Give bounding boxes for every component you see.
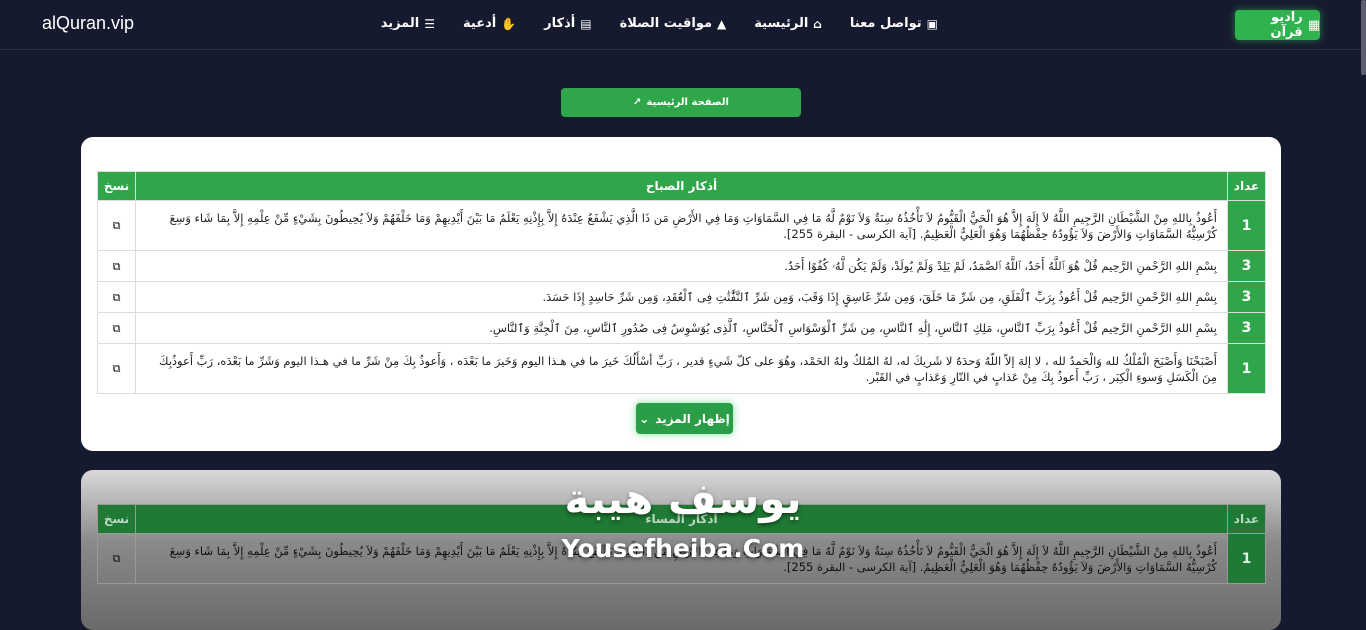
copy-header: نسخ [97,171,136,201]
zikr-text: بِسْمِ اللهِ الرَّحْمنِ الرَّحِيم قُلْ ه… [135,250,1228,282]
nav-links: ▣ تواصل معنا ⌂ الرئيسية ▲ مواقيت الصلاة … [381,16,938,31]
title-header: أذكار الصباح [135,171,1228,201]
radio-icon: ▦ [1307,17,1320,33]
counter-cell[interactable]: 3 [1227,281,1266,313]
nav-link-more[interactable]: ☰ المزيد [381,16,435,31]
nav-link-label: أذكار [544,16,576,31]
counter-cell[interactable]: 3 [1227,312,1266,344]
zikr-text: بِسْمِ اللهِ الرَّحْمنِ الرَّحِيم قُلْ أ… [135,312,1228,344]
zikr-text: بِسْمِ اللهِ الرَّحْمنِ الرَّحِيم قُلْ أ… [135,281,1228,313]
show-more-button[interactable]: إظهار المزيد ⌄ [636,403,733,434]
zikr-text: أَعُوذُ بِاللهِ مِنْ الشَّيْطَانِ الرَّج… [135,200,1228,251]
nav-link-label: الرئيسية [754,16,809,31]
copy-cell[interactable]: ⧉ [97,281,136,313]
nav-link-label: مواقيت الصلاة [619,16,713,31]
nav-link-home[interactable]: ⌂ الرئيسية [754,16,822,31]
nav-link-label: المزيد [380,16,420,31]
table-header-row: عداد أذكار الصباح نسخ [97,171,1266,201]
brand-logo[interactable]: alQuran.vip [42,13,134,34]
morning-azkar-table: عداد أذكار الصباح نسخ 1 أَعُوذُ بِاللهِ … [97,171,1266,394]
copy-icon[interactable]: ⧉ [113,218,121,234]
counter-cell[interactable]: 1 [1227,343,1266,394]
nav-link-prayer-times[interactable]: ▲ مواقيت الصلاة [620,16,727,31]
home-page-label: الصفحة الرئيسية [646,97,729,108]
quran-radio-button[interactable]: ▦ راديو قرآن [1235,10,1320,40]
home-page-button[interactable]: الصفحة الرئيسية ↗ [561,88,801,117]
table-row: 1 أَعُوذُ بِاللهِ مِنْ الشَّيْطَانِ الرَ… [97,200,1266,251]
copy-icon[interactable]: ⧉ [113,259,121,275]
id-card-icon: ▣ [926,16,938,31]
copy-icon[interactable]: ⧉ [113,321,121,337]
copy-icon[interactable]: ⧉ [113,361,121,377]
zikr-text: أَصْبَحْنَا وَأَصْبَحَ الْمُلْكُ لله وَا… [135,343,1228,394]
nav-link-contact[interactable]: ▣ تواصل معنا [850,16,938,31]
hands-icon: ✋ [501,16,517,31]
mosque-icon: ▲ [717,16,727,31]
copy-cell[interactable]: ⧉ [97,312,136,344]
page-scrollbar[interactable] [1361,0,1366,75]
table-row: 1 أَصْبَحْنَا وَأَصْبَحَ الْمُلْكُ لله و… [97,343,1266,394]
menu-icon: ☰ [424,16,435,31]
external-link-icon: ↗ [633,97,642,108]
book-icon: ▤ [580,16,592,31]
nav-link-azkar[interactable]: ▤ أذكار [544,16,591,31]
counter-cell[interactable]: 3 [1227,250,1266,282]
copy-cell[interactable]: ⧉ [97,343,136,394]
copy-cell[interactable]: ⧉ [97,250,136,282]
watermark-arabic: يوسف هيبة [564,474,802,523]
nav-link-label: أدعية [463,16,497,31]
table-row: 3 بِسْمِ اللهِ الرَّحْمنِ الرَّحِيم قُلْ… [97,312,1266,344]
chevron-down-icon: ⌄ [639,411,650,426]
morning-azkar-card: عداد أذكار الصباح نسخ 1 أَعُوذُ بِاللهِ … [81,137,1281,451]
copy-icon[interactable]: ⧉ [113,290,121,306]
watermark-english: Yousefheiba.Com [561,534,805,563]
navbar: alQuran.vip ▣ تواصل معنا ⌂ الرئيسية ▲ مو… [0,0,1366,50]
table-row: 3 بِسْمِ اللهِ الرَّحْمنِ الرَّحِيم قُلْ… [97,281,1266,313]
nav-link-label: تواصل معنا [849,16,922,31]
home-icon: ⌂ [813,16,822,31]
count-header: عداد [1227,171,1266,201]
copy-cell[interactable]: ⧉ [97,200,136,251]
table-row: 3 بِسْمِ اللهِ الرَّحْمنِ الرَّحِيم قُلْ… [97,250,1266,282]
counter-cell[interactable]: 1 [1227,200,1266,251]
quran-radio-label: راديو قرآن [1270,10,1303,40]
show-more-label: إظهار المزيد [655,411,730,426]
nav-link-duas[interactable]: ✋ أدعية [463,16,516,31]
